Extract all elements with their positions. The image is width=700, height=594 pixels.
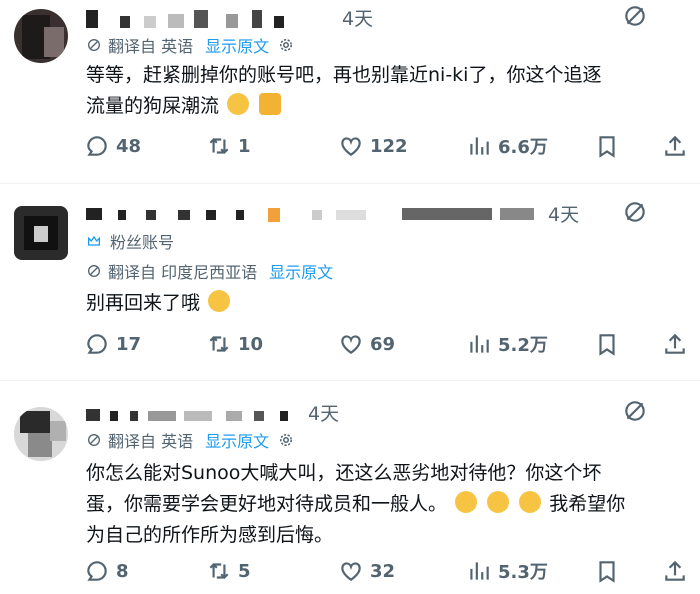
view-count: 5.3万	[498, 562, 548, 583]
tweet-text: 别再回来了哦	[86, 288, 686, 319]
tweet-text-line: 我希望你	[549, 493, 626, 515]
tweet-3[interactable]: 4天 翻译自 英语 显示原文 你怎么能对Sunoo大喊大叫，还这么恶劣地对待他？…	[0, 381, 700, 594]
tweet-time[interactable]: 4天	[342, 4, 373, 31]
crying-cat-emoji-icon	[227, 93, 250, 115]
eye-roll-emoji-icon	[455, 491, 478, 513]
heart-icon	[341, 137, 361, 156]
views-button[interactable]: 5.3万	[466, 558, 548, 584]
views-button[interactable]: 6.6万	[466, 133, 548, 159]
tweet-text-line: 别再回来了哦	[86, 292, 201, 314]
view-count: 6.6万	[498, 137, 548, 158]
share-button[interactable]	[662, 133, 694, 159]
username-blurred[interactable]	[86, 202, 536, 224]
like-button[interactable]: 122	[338, 133, 408, 159]
retweet-button[interactable]: 1	[206, 133, 251, 159]
tweet-time[interactable]: 4天	[308, 399, 339, 426]
reply-count: 8	[116, 560, 129, 582]
reply-button[interactable]: 48	[84, 133, 141, 159]
username-blurred[interactable]	[86, 403, 306, 425]
tweet-actions: 48 1 122 6.6万	[0, 133, 700, 163]
like-count: 69	[370, 333, 396, 355]
smiling-face-emoji-icon	[208, 290, 231, 312]
view-count: 5.2万	[498, 335, 548, 356]
retweet-button[interactable]: 5	[206, 558, 251, 584]
tweet-actions: 17 10 69 5.2万	[0, 331, 700, 361]
tweet-time[interactable]: 4天	[548, 200, 579, 227]
reply-button[interactable]: 8	[84, 558, 129, 584]
share-icon	[665, 135, 685, 156]
tweet-1[interactable]: 4天 翻译自 英语 显示原文 等等，赶紧删掉你的账号吧，再也别靠近ni-ki了，…	[0, 0, 700, 183]
retweet-icon	[209, 335, 229, 353]
show-original-link[interactable]: 显示原文	[205, 33, 269, 57]
fan-account-badge: 粉丝账号	[86, 230, 174, 252]
folded-hands-emoji-icon	[259, 93, 282, 115]
reply-icon	[87, 334, 107, 354]
reply-icon	[87, 136, 107, 156]
fan-account-icon	[88, 235, 100, 246]
translate-icon	[88, 265, 100, 277]
reply-count: 48	[116, 135, 142, 157]
hide-tweet-icon[interactable]	[622, 398, 648, 424]
views-chart-icon	[470, 335, 489, 353]
share-icon	[665, 333, 685, 354]
fan-account-label: 粉丝账号	[110, 233, 175, 252]
show-original-link[interactable]: 显示原文	[269, 259, 333, 283]
tweet-text-line: 蛋，你需要学会更好地对待成员和一般人。	[86, 493, 448, 515]
tweet-actions: 8 5 32 5.3万	[0, 558, 700, 588]
bookmark-icon	[599, 561, 615, 583]
retweet-icon	[209, 562, 229, 580]
bookmark-icon	[599, 334, 615, 356]
hide-tweet-icon[interactable]	[622, 199, 648, 225]
translate-icon	[88, 434, 100, 446]
reply-button[interactable]: 17	[84, 331, 141, 357]
retweet-button[interactable]: 10	[206, 331, 263, 357]
retweet-count: 1	[238, 135, 251, 157]
share-button[interactable]	[662, 558, 694, 584]
bookmark-button[interactable]	[594, 133, 626, 159]
username-blurred[interactable]	[86, 8, 316, 30]
retweet-icon	[209, 137, 229, 155]
like-count: 32	[370, 560, 396, 582]
like-button[interactable]: 32	[338, 558, 395, 584]
like-button[interactable]: 69	[338, 331, 395, 357]
eye-roll-emoji-icon	[519, 491, 542, 513]
tweet-2[interactable]: 4天 粉丝账号 翻译自 印度尼西亚语 显示原文 别再回来了哦 17 10 69 …	[0, 184, 700, 380]
heart-icon	[341, 562, 361, 581]
heart-icon	[341, 335, 361, 354]
tweet-text: 等等，赶紧删掉你的账号吧，再也别靠近ni-ki了，你这个追逐 流量的狗屎潮流	[86, 60, 686, 122]
tweet-text: 你怎么能对Sunoo大喊大叫，还这么恶劣地对待他？你这个坏 蛋，你需要学会更好地…	[86, 458, 686, 551]
gear-icon[interactable]	[277, 431, 295, 449]
tweet-text-line: 你怎么能对Sunoo大喊大叫，还这么恶劣地对待他？你这个坏	[86, 462, 602, 484]
views-button[interactable]: 5.2万	[466, 331, 548, 357]
translate-icon	[88, 39, 100, 51]
hide-tweet-icon[interactable]	[622, 3, 648, 29]
gear-icon[interactable]	[277, 36, 295, 54]
reply-icon	[87, 561, 107, 581]
translation-notice: 翻译自 印度尼西亚语 显示原文	[86, 260, 333, 282]
bookmark-button[interactable]	[594, 558, 626, 584]
bookmark-button[interactable]	[594, 331, 626, 357]
translated-from-label: 翻译自 印度尼西亚语	[108, 263, 258, 282]
share-button[interactable]	[662, 331, 694, 357]
share-icon	[665, 560, 685, 581]
translated-from-label: 翻译自 英语	[108, 37, 194, 56]
avatar[interactable]	[14, 407, 68, 461]
show-original-link[interactable]: 显示原文	[205, 428, 269, 452]
bookmark-icon	[599, 136, 615, 158]
views-chart-icon	[470, 137, 489, 155]
reply-count: 17	[116, 333, 142, 355]
translation-notice: 翻译自 英语 显示原文	[86, 429, 295, 451]
avatar[interactable]	[14, 9, 68, 63]
retweet-count: 5	[238, 560, 251, 582]
avatar[interactable]	[14, 206, 68, 260]
tweet-text-line: 流量的狗屎潮流	[86, 95, 220, 117]
tweet-text-line: 为自己的所作所为感到后悔。	[86, 524, 334, 546]
translation-notice: 翻译自 英语 显示原文	[86, 34, 295, 56]
eye-roll-emoji-icon	[487, 491, 510, 513]
translated-from-label: 翻译自 英语	[108, 432, 194, 451]
tweet-text-line: 等等，赶紧删掉你的账号吧，再也别靠近ni-ki了，你这个追逐	[86, 64, 602, 86]
like-count: 122	[370, 135, 408, 157]
views-chart-icon	[470, 562, 489, 580]
retweet-count: 10	[238, 333, 264, 355]
